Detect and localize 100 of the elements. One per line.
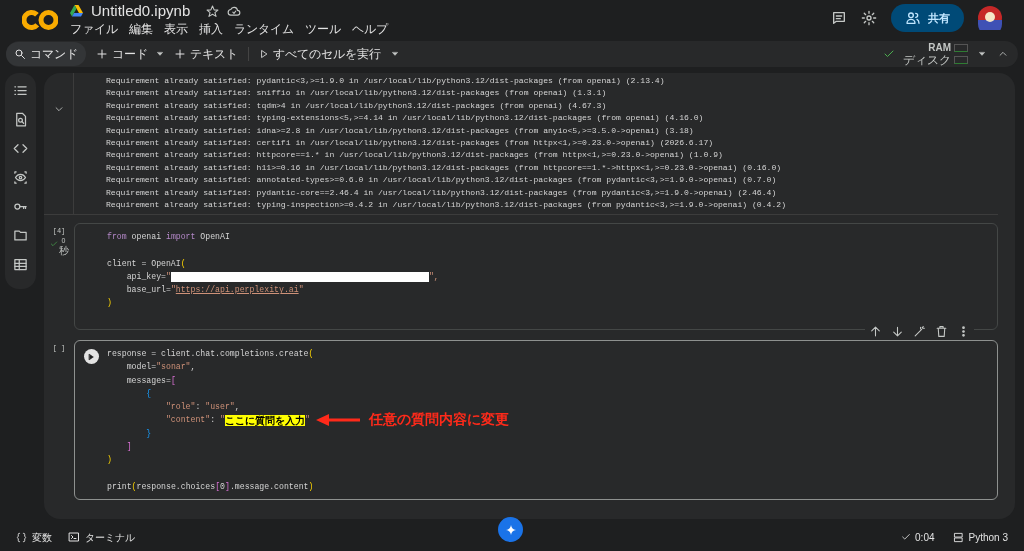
terminal-button[interactable]: ターミナル [68,529,135,545]
check-icon [883,48,895,60]
output-line: Requirement already satisfied: typing-inspection>=0.4.2 in /usr/local/lib/python3.12/dist-packages (from pydantic<3,>=1.9.0->openai) (0.4.2) [106,199,786,212]
run-cell-button[interactable] [83,349,99,364]
play-icon [259,49,269,59]
play-icon [87,352,95,361]
snippets-button[interactable] [13,141,28,156]
code-line: messages=[ [125,374,177,387]
output-line: Requirement already satisfied: certifi in /usr/local/lib/python3.12/dist-packages (from httpx<1,>=0.23.0->openai) (2026.6.17) [106,137,715,150]
folder-icon [13,228,28,243]
magic-button[interactable] [913,325,926,338]
output-line: Requirement already satisfied: sniffio in /usr/local/lib/python3.12/dist-packages (from openai) (1.3.1) [106,87,608,100]
trash-icon [935,325,948,338]
add-text-button[interactable]: テキスト [174,45,238,63]
menu-item[interactable]: 表示 [164,22,188,36]
code-line: from openai import OpenAI [107,231,231,243]
notebook-title: Untitled0.ipynb [91,0,191,21]
move-down-button[interactable] [891,325,904,338]
collapse-output-button[interactable] [53,104,64,114]
resources-button[interactable]: RAM ディスク [903,42,968,66]
code-line: ) [107,454,113,467]
menu-item[interactable]: ファイル [70,22,118,36]
code-line: ] [125,441,133,454]
search-icon [14,48,26,60]
code-line: client = OpenAI( [107,257,187,270]
code-line: "role": "user", [164,401,241,414]
document-search-icon [13,112,28,127]
cloud-icon [227,4,242,18]
star-button[interactable] [206,4,220,18]
runtime-button[interactable]: Python 3 [952,529,1008,545]
output-line: Requirement already satisfied: annotated-types>=0.6.0 in /usr/local/lib/python3.12/dist-packages (from pydantic<3,>=1.9.0->openai) (0.7.0) [106,174,778,187]
output-line: Requirement already satisfied: pydantic<3,>=1.9.0 in /usr/local/lib/python3.12/dist-packages (from openai) (2.13.4) [106,75,666,87]
dropdown-button[interactable] [978,50,986,58]
code-cell[interactable]: from openai import OpenAI client = OpenAI( api_key=" ", base_url="https://api.perplexity.ai" ) [74,223,998,330]
caret-icon [978,50,986,58]
variables-button[interactable]: 変数 [16,529,52,545]
output-line: Requirement already satisfied: idna>=2.8 in /usr/local/lib/python3.12/dist-packages (from anyio<5,>=3.5.0->openai) (3.18) [106,124,695,137]
code-line: response = client.chat.completions.create( [107,348,315,360]
code-line: model="sonar", [125,361,197,374]
code-icon [13,141,28,156]
code-cell[interactable]: response = client.chat.completions.create( model="sonar", messages=[ { "role": "user", "content": "ここに質問を入力" 任意の質問内容に変更 } ] ) print(response.choices[0].message.content) [74,340,998,500]
list-icon [13,83,28,98]
check-icon [901,532,912,542]
gemini-button[interactable] [498,517,523,542]
dropdown-button[interactable] [391,50,399,58]
menu-item[interactable]: ヘルプ [352,22,388,36]
drive-icon [70,5,83,17]
time-unit: 秒 [58,245,69,256]
code-line: base_url="https://api.perplexity.ai" [125,284,305,297]
menu-item[interactable]: ツール [305,22,341,36]
comments-button[interactable] [831,10,847,26]
wand-icon [913,325,926,338]
menu-item[interactable]: ランタイム [234,22,294,36]
elapsed-time: 0:04 [901,529,935,545]
cloud-button[interactable] [227,4,242,18]
braces-icon [16,531,27,543]
eye-icon [13,170,28,185]
move-up-button[interactable] [869,325,882,338]
arrow-up-icon [869,325,882,338]
code-line: api_key=" ", [125,270,439,284]
add-code-button[interactable]: コード [96,45,148,63]
avatar[interactable] [978,6,1002,30]
files-button[interactable] [13,228,28,243]
arrow [315,414,360,427]
code-line: ) [107,297,113,310]
table-button[interactable] [13,257,28,272]
command-button[interactable]: コマンド [6,42,86,66]
star-icon [206,4,220,18]
collapse-button[interactable] [998,49,1008,59]
chevron-down-icon [53,104,64,114]
run-all-button[interactable]: すべてのセルを実行 [259,45,381,63]
caret-icon [391,50,399,58]
code-line: "content": "ここに質問を入力" 任意の質問内容に変更 [164,413,509,427]
contents-button[interactable] [13,83,28,98]
menu-item[interactable]: 編集 [129,22,153,36]
variables-button[interactable] [13,170,28,185]
output-line: Requirement already satisfied: tqdm>4 in /usr/local/lib/python3.12/dist-packages (from openai) (4.67.3) [106,99,608,112]
comment-icon [831,10,847,26]
search-button[interactable] [13,112,28,127]
terminal-icon [68,531,80,543]
plus-icon [96,48,108,60]
plus-icon [174,48,186,60]
caret-icon [156,50,164,58]
share-button[interactable]: 共有 [891,4,964,32]
output-line: Requirement already satisfied: typing-extensions<5,>=4.14 in /usr/local/lib/python3.12/dist-packages (from openai) (4.16.0) [106,112,705,125]
delete-button[interactable] [935,325,948,338]
output-line: Requirement already satisfied: h11>=0.16 in /usr/local/lib/python3.12/dist-packages (from httpcore==1.*->httpx<1,>=0.23.0->openai) (0.16.0) [106,161,783,174]
arrow-down-icon [891,325,904,338]
people-icon [905,10,921,26]
server-icon [952,531,964,543]
chevron-up-icon [998,49,1008,59]
output-line: Requirement already satisfied: pydantic-core==2.46.4 in /usr/local/lib/python3.12/dist-packages (from pydantic<3,>=1.9.0->openai) (2.46.4) [106,186,778,199]
code-line: { [145,387,153,400]
dropdown-button[interactable] [156,50,164,58]
table-icon [13,257,28,272]
menu-item[interactable]: 挿入 [199,22,223,36]
annotation-text: 任意の質問内容に変更 [368,413,509,427]
code-line: } [145,427,153,440]
output-line: Requirement already satisfied: httpcore==1.* in /usr/local/lib/python3.12/dist-packages (from httpx<1,>=0.23.0->openai) (1.0.9) [106,149,724,162]
code-line: print(response.choices[0].message.content) [107,480,315,493]
